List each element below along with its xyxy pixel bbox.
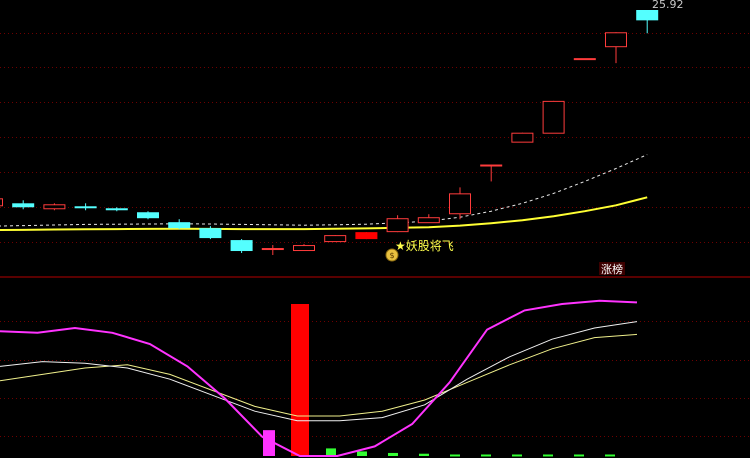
indicator-bar bbox=[481, 454, 491, 457]
candle-body bbox=[573, 58, 596, 61]
indicator-bar bbox=[543, 454, 553, 457]
indicator-bar bbox=[291, 304, 309, 456]
candle-body bbox=[199, 228, 222, 239]
candle-body bbox=[168, 222, 191, 229]
high-price-label: 25.92 bbox=[652, 0, 684, 11]
candle-body bbox=[417, 217, 440, 224]
indicator-bar bbox=[605, 454, 615, 457]
signal-text: ★妖股将飞 bbox=[395, 239, 454, 253]
candle-body bbox=[386, 218, 409, 233]
candle-body bbox=[324, 235, 347, 243]
candle-body bbox=[449, 193, 471, 215]
indicator-bar bbox=[388, 452, 398, 456]
svg-text:$: $ bbox=[389, 251, 394, 260]
candle-body bbox=[355, 232, 378, 240]
indicator-bar bbox=[357, 451, 367, 456]
candle-body bbox=[74, 206, 97, 209]
badge-text: 涨榜 bbox=[601, 262, 623, 276]
stock-chart[interactable]: 25.92 $ ★妖股将飞 涨榜 bbox=[0, 0, 750, 458]
candle-body bbox=[0, 198, 3, 207]
indicator-bar bbox=[419, 453, 429, 456]
candle-body bbox=[12, 203, 35, 208]
candle-body bbox=[480, 164, 503, 167]
candle-body bbox=[511, 132, 534, 143]
candle-body bbox=[230, 240, 253, 252]
candle-body bbox=[105, 208, 128, 211]
candle-body bbox=[261, 248, 284, 251]
candle-body bbox=[293, 245, 315, 252]
candle-body bbox=[43, 204, 66, 210]
candle-body bbox=[542, 100, 565, 134]
limit-up-badge[interactable]: 涨榜 bbox=[599, 262, 625, 276]
candle-body bbox=[605, 32, 627, 48]
candle-body bbox=[137, 212, 159, 219]
candle-body bbox=[636, 10, 659, 21]
indicator-bar bbox=[450, 454, 460, 457]
indicator-bar bbox=[574, 454, 584, 457]
indicator-bar bbox=[326, 448, 336, 456]
indicator-bar bbox=[512, 454, 522, 457]
